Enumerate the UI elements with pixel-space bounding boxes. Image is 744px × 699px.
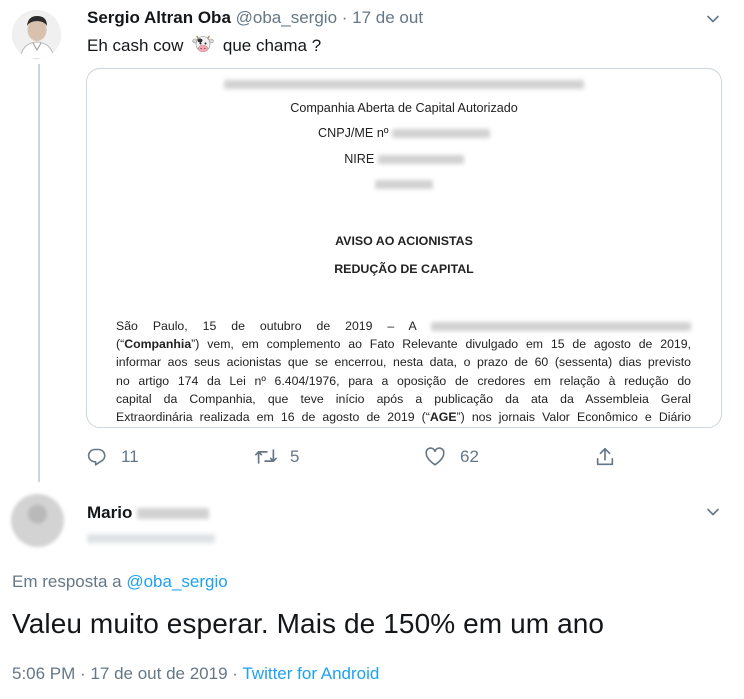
- blurred-nire: [377, 155, 464, 165]
- blurred-company-name: [87, 77, 721, 91]
- doc-line-4: no artigo 174 da Lei nº 6.404/1976, para…: [116, 373, 691, 388]
- reply-author-name[interactable]: Mario: [87, 503, 210, 523]
- doc-line-1-text: São Paulo, 15 de outubro de 2019 – A: [116, 319, 417, 333]
- doc-line-2: (“Companhia”) vem, em complemento ao Fat…: [116, 335, 691, 353]
- reply-footer: 5:06 PM · 17 de out de 2019 · Twitter fo…: [12, 664, 379, 684]
- in-reply-prefix: Em resposta a: [12, 572, 122, 591]
- doc-line-2-open: (“: [116, 337, 125, 352]
- reply-icon: [87, 448, 106, 466]
- in-reply-to: Em resposta a @oba_sergio: [12, 572, 228, 592]
- like-button[interactable]: 62: [424, 446, 479, 467]
- tweet-header: Sergio Altran Oba @oba_sergio · 17 de ou…: [87, 8, 423, 28]
- tweet-text-part1: Eh cash cow: [87, 36, 184, 55]
- thread-line: [38, 64, 40, 482]
- reply-time[interactable]: 5:06 PM: [12, 664, 75, 683]
- doc-line-6: Extraordinária realizada em 16 de agosto…: [116, 408, 691, 426]
- doc-line-2-bold: Companhia: [124, 337, 192, 352]
- blurred-extra-line: [87, 177, 721, 191]
- reply-author-name-visible: Mario: [87, 503, 133, 522]
- doc-heading-aviso: AVISO AO ACIONISTAS: [335, 234, 473, 248]
- reply-date[interactable]: 17 de out de 2019: [90, 664, 227, 683]
- share-icon: [596, 447, 614, 466]
- tweet-text-part2: que chama ?: [222, 36, 322, 55]
- doc-heading-reducao: REDUÇÃO DE CAPITAL: [334, 262, 474, 276]
- doc-line-6-bold: AGE: [429, 410, 457, 425]
- blurred-cnpj: [391, 129, 490, 139]
- retweet-icon: [255, 449, 277, 464]
- heart-icon: [425, 447, 445, 466]
- doc-line-2-rest: ”) vem, em complemento ao Fato Relevante…: [191, 337, 691, 352]
- reply-count: 11: [121, 446, 139, 466]
- avatar-mario[interactable]: [11, 494, 64, 547]
- author-name[interactable]: Sergio Altran Oba: [87, 8, 231, 27]
- share-button[interactable]: [594, 446, 616, 468]
- blurred-company-name-inline: [431, 322, 692, 332]
- avatar-sergio[interactable]: [12, 10, 61, 59]
- in-reply-handle-link[interactable]: @oba_sergio: [126, 572, 227, 591]
- doc-cnpj-line: CNPJ/ME nº: [87, 126, 721, 140]
- retweet-button[interactable]: 5: [254, 446, 299, 467]
- reply-button[interactable]: 11: [86, 446, 139, 467]
- tweet-actions: 11 5 62: [86, 446, 726, 474]
- tweet-text: Eh cash cow que chama ?: [87, 35, 321, 59]
- blurred-surname: [137, 508, 210, 520]
- avatar-photo: [12, 10, 61, 59]
- tweet-date[interactable]: 17 de out: [352, 8, 423, 27]
- reply-text: Valeu muito esperar. Mais de 150% em um …: [12, 608, 605, 639]
- doc-body: São Paulo, 15 de outubro de 2019 – A (“C…: [116, 317, 692, 426]
- doc-company-type: Companhia Aberta de Capital Autorizado: [290, 101, 518, 115]
- chevron-down-icon[interactable]: [706, 12, 720, 26]
- attached-document-image[interactable]: Companhia Aberta de Capital Autorizado C…: [86, 68, 722, 428]
- doc-cnpj-label: CNPJ/ME nº: [318, 126, 389, 140]
- reply-author-handle[interactable]: [87, 530, 215, 548]
- reply-source-link[interactable]: Twitter for Android: [242, 664, 379, 683]
- doc-line-5: capital da Companhia, que teve início ap…: [116, 391, 691, 406]
- doc-line-1: São Paulo, 15 de outubro de 2019 – A: [116, 317, 692, 335]
- meta-separator: ·: [341, 8, 348, 27]
- footer-separator-1: ·: [80, 664, 86, 683]
- author-handle[interactable]: @oba_sergio: [236, 8, 337, 27]
- chevron-down-icon[interactable]: [706, 505, 720, 519]
- retweet-count: 5: [290, 446, 300, 466]
- footer-separator-2: ·: [232, 664, 238, 683]
- doc-nire-label: NIRE: [344, 152, 375, 166]
- doc-nire-line: NIRE: [87, 152, 721, 166]
- cow-face-emoji-icon: [192, 35, 214, 59]
- doc-line-6-b: ”) nos jornais Valor Econômico e Diário: [456, 410, 691, 425]
- doc-line-6-a: Extraordinária realizada em 16 de agosto…: [116, 410, 430, 425]
- doc-line-3: informar aos seus acionistas que se ence…: [116, 355, 691, 370]
- like-count: 62: [460, 446, 479, 466]
